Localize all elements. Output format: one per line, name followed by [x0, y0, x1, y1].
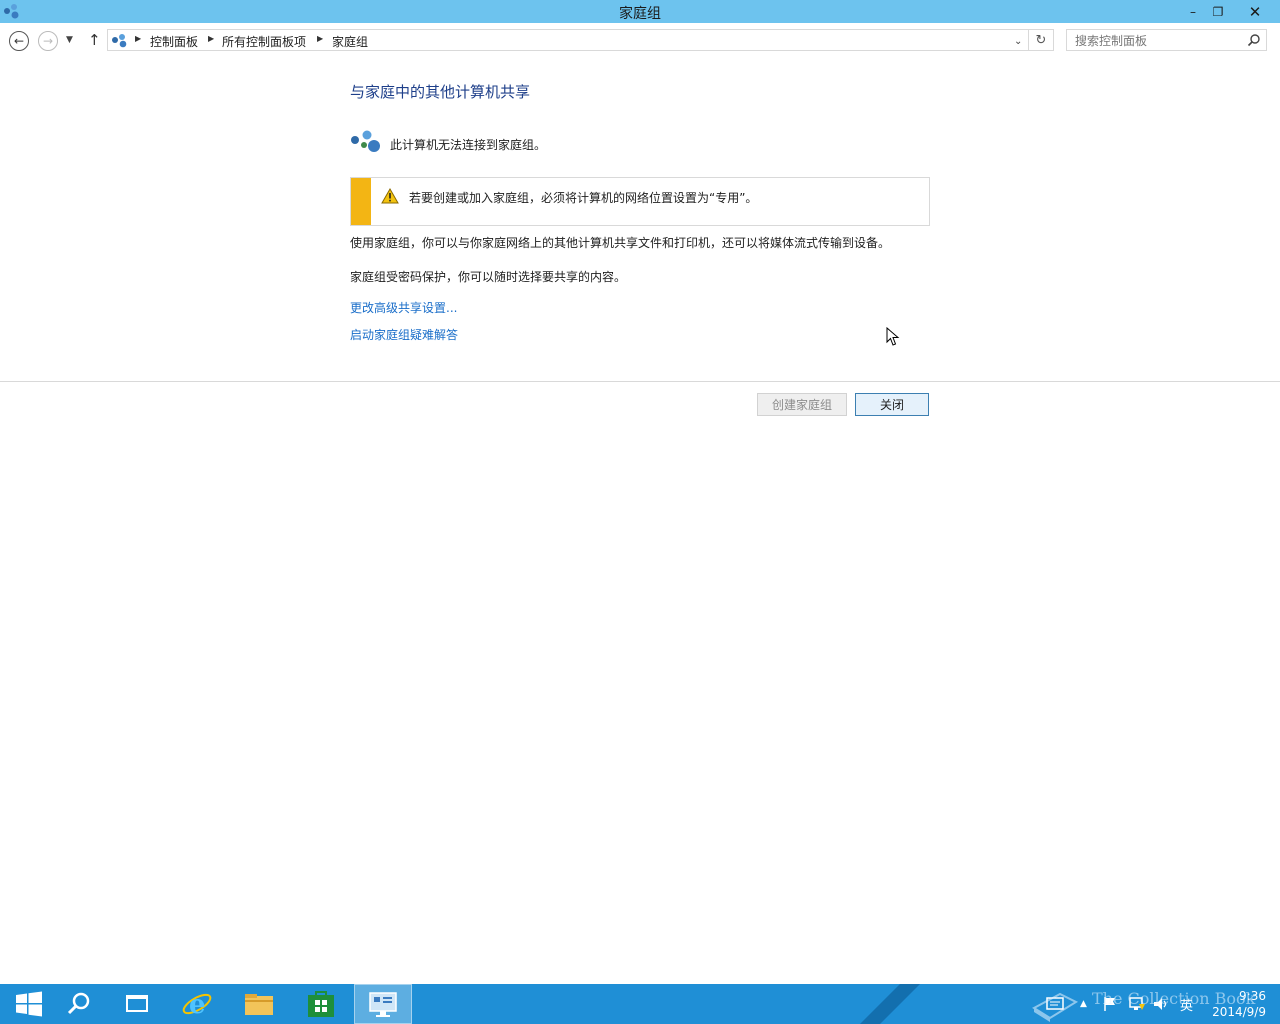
page-title: 与家庭中的其他计算机共享: [350, 83, 531, 101]
breadcrumb-all-items[interactable]: 所有控制面板项: [222, 33, 306, 50]
folder-icon: [245, 994, 273, 1015]
search-icon: [67, 992, 90, 1015]
window-title: 家庭组: [619, 6, 661, 22]
task-view-icon: [126, 995, 148, 1012]
arrow-left-icon: ←: [13, 34, 25, 48]
arrow-right-icon: →: [42, 34, 54, 48]
divider: [0, 381, 1280, 382]
refresh-button[interactable]: ↻: [1029, 29, 1054, 51]
advanced-sharing-link[interactable]: 更改高级共享设置...: [350, 299, 457, 316]
recent-locations-dropdown[interactable]: ▼: [66, 35, 73, 45]
breadcrumb-control-panel[interactable]: 控制面板: [150, 33, 198, 50]
navigation-bar: ← → ▼ ↑ ▶ 控制面板 ▶ 所有控制面板项 ▶ 家庭组 ⌄ ↻: [0, 23, 1280, 57]
warning-text: 若要创建或加入家庭组，必须将计算机的网络位置设置为“专用”。: [409, 191, 758, 205]
mouse-cursor-icon: [886, 327, 900, 346]
search-input[interactable]: [1075, 33, 1235, 49]
homegroup-icon: [112, 34, 127, 48]
back-button[interactable]: ←: [9, 31, 29, 51]
book-logo-icon: [1032, 992, 1079, 1022]
search-box[interactable]: [1066, 29, 1267, 51]
control-panel-icon: [369, 992, 397, 1017]
chevron-right-icon[interactable]: ▶: [135, 34, 141, 43]
windows-logo-icon: [16, 991, 42, 1017]
troubleshoot-link[interactable]: 启动家庭组疑难解答: [350, 326, 458, 343]
address-bar[interactable]: ▶ 控制面板 ▶ 所有控制面板项 ▶ 家庭组 ⌄: [107, 29, 1029, 51]
watermark: The Collection Book: [1030, 988, 1260, 1022]
internet-explorer-icon: e: [182, 990, 212, 1020]
search-icon[interactable]: [1247, 33, 1261, 47]
store-icon: [308, 991, 334, 1017]
forward-button[interactable]: →: [38, 31, 58, 51]
description-text: 使用家庭组，你可以与你家庭网络上的其他计算机共享文件和打印机，还可以将媒体流式传…: [350, 236, 891, 250]
password-note: 家庭组受密码保护，你可以随时选择要共享的内容。: [350, 270, 627, 284]
refresh-icon: ↻: [1035, 32, 1047, 48]
warning-stripe: [351, 178, 371, 225]
svg-text:e: e: [189, 990, 206, 1020]
warning-banner: 若要创建或加入家庭组，必须将计算机的网络位置设置为“专用”。: [350, 177, 930, 226]
file-explorer-button[interactable]: [230, 984, 288, 1024]
decorative-stripe: [860, 984, 920, 1024]
watermark-text: The Collection Book: [1092, 989, 1256, 1008]
close-button[interactable]: 关闭: [855, 393, 929, 416]
restore-button[interactable]: ❐: [1205, 0, 1231, 23]
taskbar-search-button[interactable]: [50, 984, 108, 1024]
store-button[interactable]: [292, 984, 350, 1024]
connection-status: 此计算机无法连接到家庭组。: [390, 138, 547, 152]
breadcrumb-homegroup[interactable]: 家庭组: [332, 33, 368, 50]
internet-explorer-button[interactable]: e: [168, 984, 226, 1024]
up-button[interactable]: ↑: [88, 31, 101, 49]
chevron-right-icon[interactable]: ▶: [317, 34, 323, 43]
minimize-button[interactable]: –: [1180, 0, 1206, 23]
control-panel-taskbar-button[interactable]: [354, 984, 412, 1024]
homegroup-icon: [351, 130, 380, 152]
chevron-down-icon[interactable]: ⌄: [1014, 36, 1022, 47]
chevron-right-icon[interactable]: ▶: [208, 34, 214, 43]
create-homegroup-button[interactable]: 创建家庭组: [757, 393, 847, 416]
task-view-button[interactable]: [108, 984, 166, 1024]
warning-icon: [381, 188, 399, 204]
title-bar: 家庭组 – ❐ ✕: [0, 0, 1280, 23]
close-window-button[interactable]: ✕: [1240, 0, 1270, 23]
